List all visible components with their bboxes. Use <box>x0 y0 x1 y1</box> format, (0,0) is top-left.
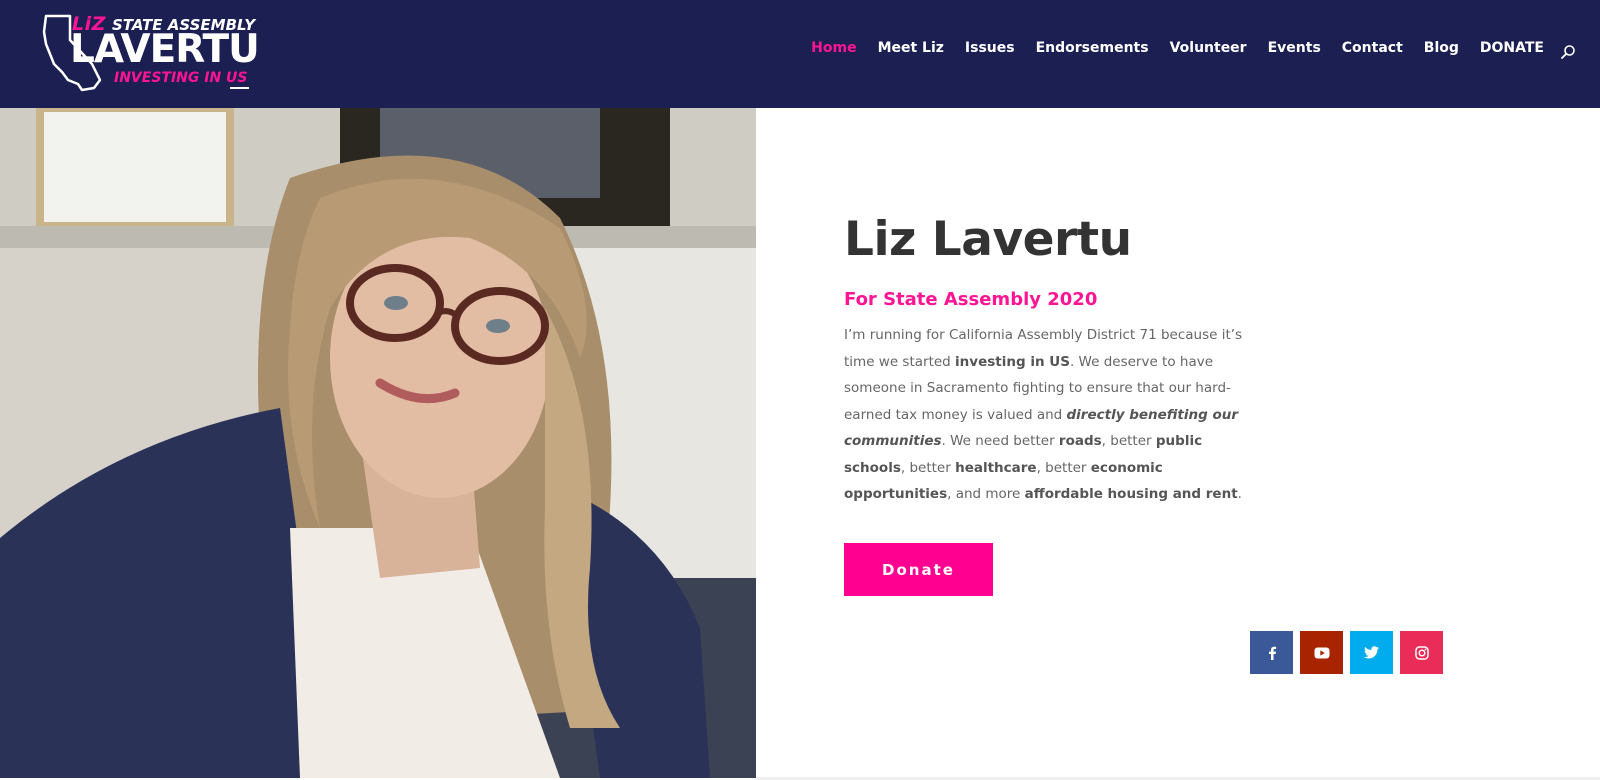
page-subtitle: For State Assembly 2020 <box>844 289 1098 310</box>
site-header: LiZ STATE ASSEMBLY LAVERTU INVESTING IN … <box>0 0 1600 108</box>
instagram-button[interactable] <box>1400 631 1443 674</box>
hero-content: Liz Lavertu For State Assembly 2020 I’m … <box>844 210 1264 508</box>
nav-item-endorsements[interactable]: Endorsements <box>1036 40 1149 56</box>
nav-item-meet-liz[interactable]: Meet Liz <box>878 40 944 56</box>
intro-strong-healthcare: healthcare <box>955 459 1037 476</box>
intro-text-7: , and more <box>947 486 1025 502</box>
logo-name-text: LAVERTU <box>70 27 260 72</box>
intro-strong-investing: investing in US <box>955 353 1070 370</box>
instagram-icon <box>1414 645 1429 660</box>
nav-item-blog[interactable]: Blog <box>1424 40 1459 56</box>
social-links <box>1250 631 1443 674</box>
nav-item-donate[interactable]: DONATE <box>1480 40 1544 56</box>
nav-item-home[interactable]: Home <box>811 40 856 56</box>
page-title: Liz Lavertu <box>844 212 1132 267</box>
intro-paragraph: I’m running for California Assembly Dist… <box>844 322 1264 508</box>
youtube-icon <box>1314 647 1329 658</box>
youtube-button[interactable] <box>1300 631 1343 674</box>
intro-strong-roads: roads <box>1058 433 1102 449</box>
intro-text-8: . <box>1237 486 1242 502</box>
nav-item-volunteer[interactable]: Volunteer <box>1170 40 1247 56</box>
candidate-photo <box>0 108 756 778</box>
nav-item-events[interactable]: Events <box>1268 40 1321 56</box>
intro-text-5: , better <box>900 459 956 476</box>
intro-text-4: , better <box>1101 433 1156 449</box>
twitter-icon <box>1364 646 1379 659</box>
nav-item-contact[interactable]: Contact <box>1342 40 1403 56</box>
twitter-button[interactable] <box>1350 631 1393 674</box>
facebook-icon <box>1268 646 1276 660</box>
donate-button[interactable]: Donate <box>844 543 993 596</box>
logo-tagline-text: INVESTING IN US <box>114 70 248 86</box>
intro-text-6: , better <box>1036 459 1091 476</box>
facebook-button[interactable] <box>1250 631 1293 674</box>
site-logo[interactable]: LiZ STATE ASSEMBLY LAVERTU INVESTING IN … <box>42 12 260 92</box>
intro-text-3: . We need better <box>941 433 1059 449</box>
main-nav: Home Meet Liz Issues Endorsements Volunt… <box>790 40 1544 56</box>
logo-us-underline <box>230 87 249 89</box>
search-icon[interactable] <box>1560 44 1576 60</box>
nav-item-issues[interactable]: Issues <box>965 40 1015 56</box>
intro-strong-housing: affordable housing and rent <box>1024 486 1238 502</box>
